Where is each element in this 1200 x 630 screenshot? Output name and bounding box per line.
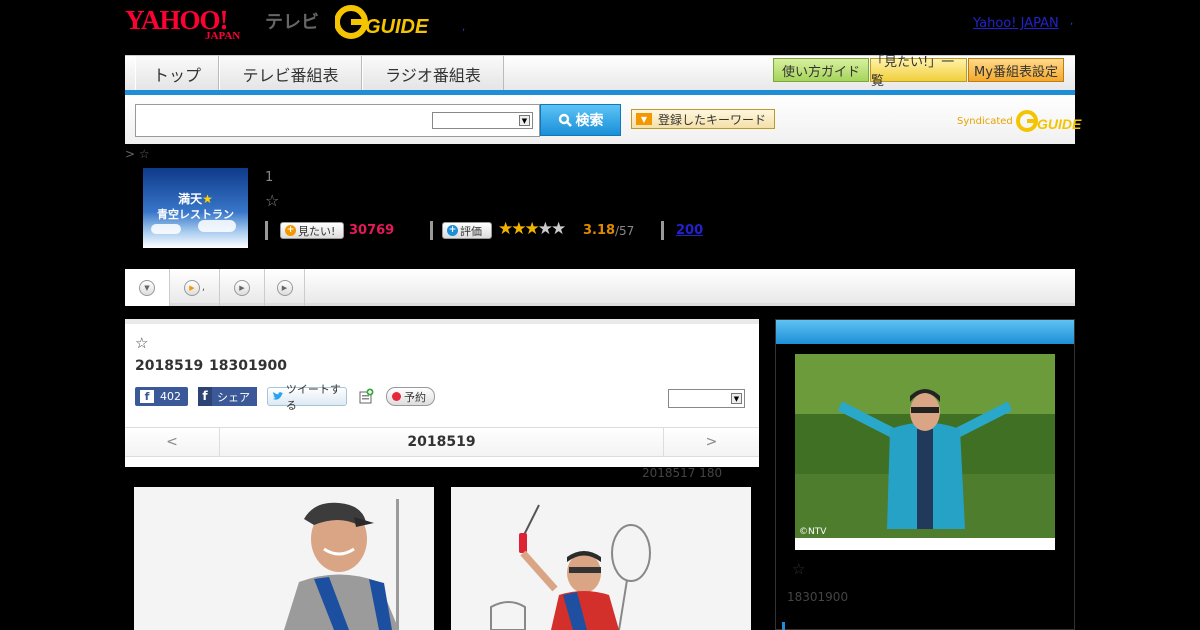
photo-fishing-illustration	[451, 487, 751, 630]
panel-top-border	[125, 319, 759, 324]
chevron-down-icon: ▼	[731, 393, 742, 404]
search-button-label: 検索	[575, 113, 604, 129]
featured-title-star: ☆	[792, 560, 806, 578]
tweet-label: ツイートする	[285, 382, 341, 412]
next-date-button[interactable]: >	[663, 428, 759, 456]
gguide-small-logo: GUIDE	[1015, 110, 1082, 132]
divider	[661, 221, 664, 240]
breadcrumb[interactable]: > ☆	[125, 147, 150, 161]
nav-tab-top[interactable]: トップ	[135, 56, 219, 91]
plus-icon: +	[285, 225, 296, 236]
right-column-header	[776, 320, 1074, 344]
search-bar: ▼ 検索 ▼ 登録したキーワード Syndicated GUIDE	[125, 95, 1082, 144]
play-icon: ▶	[183, 279, 200, 296]
registered-keywords-button[interactable]: ▼ 登録したキーワード	[631, 109, 775, 129]
thumbnail-title-line1: 満天★	[178, 192, 213, 206]
record-dot-icon	[392, 392, 401, 401]
global-nav: トップ テレビ番組表 ラジオ番組表 使い方ガイド 「見たい!」一覧 My番組表設…	[125, 55, 1075, 91]
rating-count: /57	[615, 224, 635, 238]
plus-icon: +	[447, 225, 458, 236]
facebook-share-label: シェア	[217, 390, 250, 404]
program-thumbnail[interactable]: 満天★ 青空レストラン	[143, 168, 248, 248]
nav-tab-tv-schedule[interactable]: テレビ番組表	[219, 56, 362, 91]
tab-2-label: ,	[201, 282, 206, 293]
gguide-logo-text: GUIDE	[365, 16, 429, 38]
registered-keywords-label: 登録したキーワード	[658, 112, 767, 127]
search-button[interactable]: 検索	[540, 104, 621, 136]
play-icon: ▶	[276, 279, 293, 296]
header-separator: ,	[462, 22, 466, 33]
syndicated-label: Syndicated	[957, 115, 1013, 127]
divider	[430, 221, 433, 240]
reserve-button[interactable]: 予約	[386, 387, 435, 406]
star-icon: ★	[202, 192, 213, 206]
review-count-link[interactable]: 200	[676, 223, 703, 238]
tab-4[interactable]: ▶	[265, 269, 305, 306]
photo-person-illustration	[134, 487, 434, 630]
facebook-like-button[interactable]: f 402	[135, 387, 188, 406]
mitai-count: 30769	[349, 223, 395, 238]
divider	[265, 221, 268, 240]
facebook-icon: f	[198, 387, 212, 406]
chevron-down-icon: ▼	[139, 279, 155, 296]
program-title-star: ☆	[265, 191, 280, 210]
tweet-button[interactable]: ツイートする	[267, 383, 347, 412]
episode-time: 18301900	[209, 358, 287, 374]
mitai-list-button[interactable]: 「見たい!」一覧	[870, 55, 967, 89]
search-category-select[interactable]: ▼	[432, 112, 533, 129]
tv-label: テレビ	[265, 12, 319, 33]
usage-guide-button[interactable]: 使い方ガイド	[773, 58, 869, 82]
search-icon	[558, 113, 572, 127]
star-full-icons: ★★★	[498, 219, 540, 239]
star-empty-icons: ★★	[537, 219, 567, 239]
featured-accent-bar	[782, 622, 785, 630]
episode-photo-1[interactable]	[134, 487, 434, 630]
tab-1[interactable]: ▼	[125, 269, 170, 306]
update-note: 2018517 180	[642, 466, 723, 480]
episode-panel: ☆ 2018519 18301900 f 402 f シェア ツイートする 予約…	[125, 319, 759, 467]
rating-value: 3.18	[583, 223, 616, 238]
reserve-label: 予約	[404, 390, 426, 404]
episode-photo-2[interactable]	[451, 487, 751, 630]
date-navigation: < 2018519 >	[125, 427, 759, 457]
cloud-shape	[151, 224, 181, 234]
facebook-share-button[interactable]: f シェア	[198, 387, 257, 406]
nav-tab-radio-schedule[interactable]: ラジオ番組表	[362, 56, 504, 91]
chevron-down-icon: ▼	[519, 115, 530, 126]
header-separator-2: ,	[1070, 16, 1074, 27]
gguide-small-logo-text: GUIDE	[1037, 116, 1082, 132]
episode-select[interactable]: ▼	[668, 389, 745, 408]
play-icon: ▶	[234, 279, 250, 296]
episode-date: 2018519	[135, 358, 204, 374]
mitai-button-label: 見たい!	[298, 224, 336, 238]
twitter-bird-icon	[272, 391, 284, 400]
tab-3[interactable]: ▶	[220, 269, 265, 306]
current-date: 2018519	[407, 434, 476, 450]
chevron-down-icon: ▼	[636, 113, 652, 125]
program-tabs: ▼ ▶ , ▶ ▶	[125, 269, 1075, 306]
program-number: 1	[265, 170, 274, 185]
yahoo-japan-logo[interactable]: YAHOO! JAPAN	[125, 6, 240, 42]
yahoo-logo-sub: JAPAN	[205, 30, 241, 42]
featured-photo[interactable]: ©NTV	[795, 354, 1055, 550]
mitai-button[interactable]: + 見たい!	[280, 222, 344, 239]
featured-photo-illustration: ©NTV	[795, 354, 1055, 550]
gguide-logo[interactable]: GUIDE	[335, 4, 435, 40]
facebook-icon: f	[140, 390, 154, 403]
syndicated-gguide-badge: Syndicated GUIDE	[957, 109, 1100, 133]
tab-2[interactable]: ▶ ,	[170, 269, 220, 306]
rate-button-label: 評価	[460, 224, 482, 238]
cloud-shape	[198, 220, 236, 232]
right-column: ©NTV ☆ 18301900	[775, 319, 1075, 630]
add-to-list-icon[interactable]	[358, 388, 374, 404]
featured-time: 18301900	[787, 590, 849, 604]
prev-date-button[interactable]: <	[125, 428, 220, 456]
rate-button[interactable]: + 評価	[442, 222, 492, 239]
episode-title-star: ☆	[135, 334, 149, 352]
yahoo-japan-link[interactable]: Yahoo! JAPAN	[973, 16, 1059, 31]
facebook-like-count: 402	[160, 390, 181, 403]
rating-stars: ★★★★★	[498, 219, 567, 239]
photo-credit: ©NTV	[799, 527, 827, 537]
my-schedule-settings-button[interactable]: My番組表設定	[968, 58, 1064, 82]
